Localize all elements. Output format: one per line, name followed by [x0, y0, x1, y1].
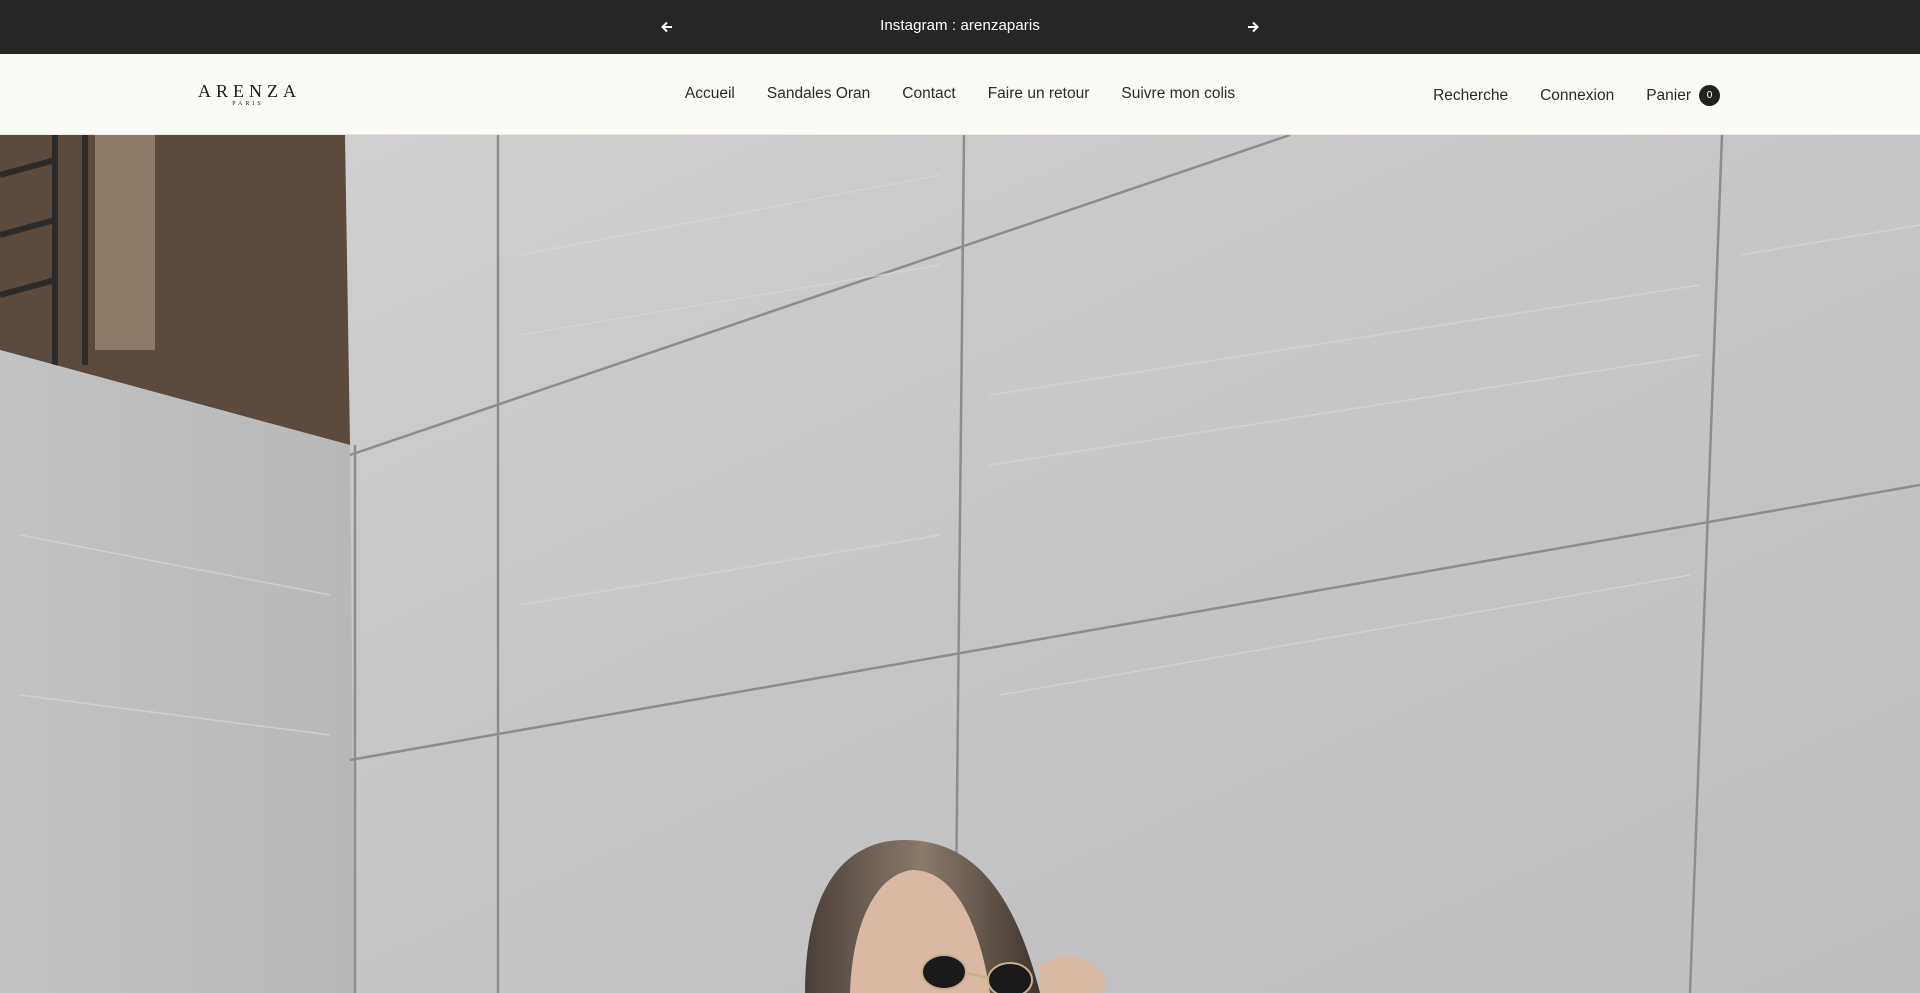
cart-count-badge: 0 [1699, 85, 1720, 106]
nav-item-contact[interactable]: Contact [902, 85, 955, 103]
nav-item-accueil[interactable]: Accueil [685, 85, 735, 103]
cart-link[interactable]: Panier 0 [1646, 85, 1720, 106]
nav-item-suivre-mon-colis[interactable]: Suivre mon colis [1121, 85, 1235, 103]
login-link[interactable]: Connexion [1540, 87, 1614, 105]
search-link[interactable]: Recherche [1433, 87, 1508, 105]
arrow-right-icon [1248, 21, 1259, 33]
header-actions: Recherche Connexion Panier 0 [1433, 85, 1720, 106]
nav-item-sandales-oran[interactable]: Sandales Oran [767, 85, 870, 103]
site-header: ARENZA PARIS Accueil Sandales Oran Conta… [0, 54, 1920, 135]
cart-label: Panier [1646, 86, 1691, 104]
announcement-bar: Instagram : arenzaparis [0, 0, 1920, 54]
next-announcement-button[interactable] [1241, 15, 1265, 39]
hero-image [0, 135, 1920, 993]
announcement-text[interactable]: Instagram : arenzaparis [0, 17, 1920, 34]
hero-photo-illustration [0, 135, 1920, 993]
nav-item-faire-un-retour[interactable]: Faire un retour [988, 85, 1090, 103]
